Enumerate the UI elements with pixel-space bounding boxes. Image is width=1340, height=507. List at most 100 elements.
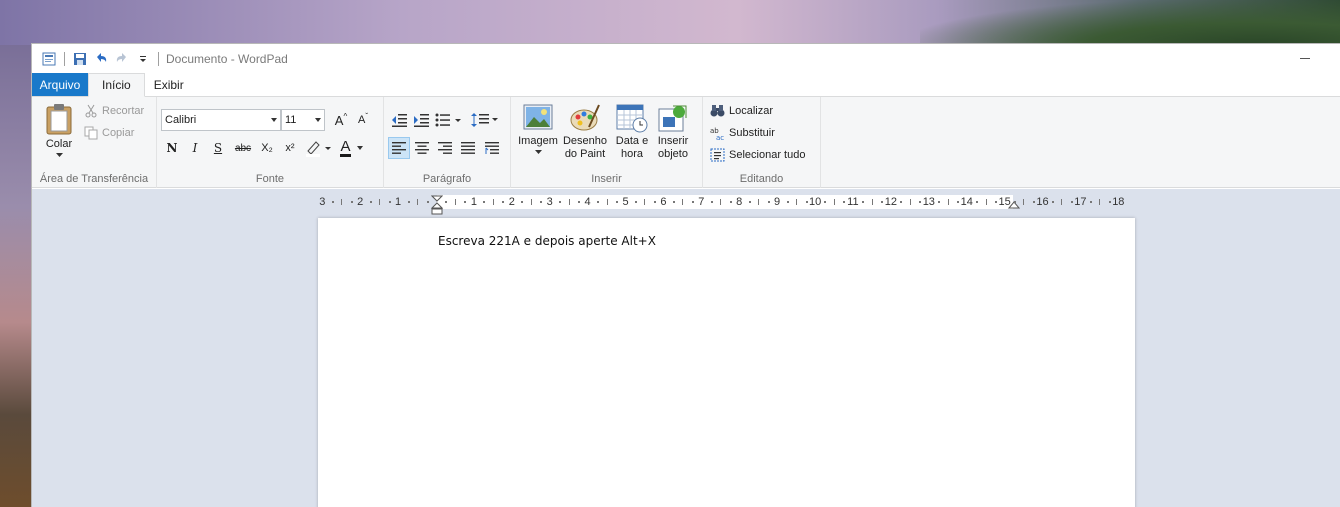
ruler-label: 6 [660, 196, 667, 208]
select-all-button[interactable]: Selecionar tudo [710, 145, 805, 165]
clipboard-icon [46, 104, 72, 135]
tab-file[interactable]: Arquivo [32, 73, 88, 96]
copy-button[interactable]: Copiar [84, 123, 134, 143]
paint-label-line2: do Paint [564, 148, 606, 160]
insert-group: Imagem Desenho do Paint Data e hora Inse… [511, 97, 703, 188]
insert-object-label-line1: Inserir [657, 135, 689, 147]
find-label: Localizar [729, 105, 774, 117]
ruler-dot [540, 201, 543, 203]
minimize-button[interactable] [1290, 50, 1320, 66]
object-icon [658, 105, 687, 132]
ribbon: Colar Recortar Copiar Área de Transferên… [32, 97, 1340, 188]
customize-qat-icon[interactable] [134, 50, 152, 68]
bold-button[interactable]: N [161, 137, 183, 159]
grow-font-button[interactable]: A ^ [330, 109, 352, 131]
ruler-dot [957, 201, 960, 203]
chevron-down-icon [315, 118, 321, 122]
align-right-icon[interactable] [434, 137, 456, 159]
ruler-tick [682, 199, 684, 205]
document-text[interactable]: Escreva 221A e depois aperte Alt+X [438, 234, 656, 248]
decrease-indent-icon[interactable] [388, 109, 410, 131]
subscript-button[interactable]: X₂ [256, 137, 278, 159]
undo-icon[interactable] [92, 50, 110, 68]
ruler-label: 8 [736, 196, 743, 208]
strikethrough-button[interactable]: abc [231, 137, 255, 159]
ruler-tick [492, 199, 494, 205]
redo-icon[interactable] [113, 50, 131, 68]
document-area[interactable]: 3 2 1 1 2 3 4 5 6 7 8 9 10 11 12 13 14 15 16 17 18 Escreva 2… [32, 189, 1340, 507]
ruler-dot [464, 201, 467, 203]
ruler-tick [758, 199, 760, 205]
clipboard-group: Colar Recortar Copiar Área de Transferên… [32, 97, 157, 188]
caret-up-icon: ^ [343, 111, 348, 121]
replace-button[interactable]: ab ac Substituir [710, 123, 775, 143]
ruler-label: 9 [774, 196, 781, 208]
paragraph-group-label: Parágrafo [422, 173, 472, 185]
ruler-dot [1051, 201, 1054, 203]
chevron-down-icon [356, 145, 363, 150]
ruler-label: 5 [622, 196, 629, 208]
ruler-tick [796, 199, 798, 205]
line-spacing-icon[interactable] [470, 109, 500, 131]
font-group-label: Fonte [255, 173, 285, 185]
paint-label-line1: Desenho [562, 135, 608, 147]
superscript-button[interactable]: x² [279, 137, 301, 159]
cut-button[interactable]: Recortar [84, 101, 144, 121]
ruler-label: 17 [1074, 196, 1087, 208]
ruler-dot [710, 201, 713, 203]
shrink-font-button[interactable]: Aˇ [352, 109, 374, 131]
cut-label: Recortar [102, 105, 145, 117]
align-left-icon[interactable] [388, 137, 410, 159]
ruler[interactable]: 3 2 1 1 2 3 4 5 6 7 8 9 10 11 12 13 14 15 16 17 18 [318, 194, 1134, 215]
paragraph-settings-icon[interactable] [481, 137, 503, 159]
qat-separator [158, 51, 159, 66]
highlighter-icon [306, 141, 331, 157]
select-all-label: Selecionar tudo [729, 149, 806, 161]
ruler-dot [900, 201, 903, 203]
ruler-dot [369, 201, 372, 203]
grow-font-label: A [334, 112, 344, 128]
underline-button[interactable]: S [207, 137, 229, 159]
ruler-dot [407, 201, 410, 203]
document-page[interactable]: Escreva 221A e depois aperte Alt+X [318, 218, 1135, 507]
font-size-select[interactable]: 11 [281, 109, 325, 131]
date-time-label-line2: hora [620, 148, 644, 160]
wallpaper-hill [920, 0, 1340, 45]
quick-access-toolbar [32, 50, 162, 68]
bullet-list-icon[interactable] [434, 109, 464, 131]
highlight-color-button[interactable] [303, 137, 333, 159]
ruler-tick [454, 199, 456, 205]
font-family-value: Calibri [165, 114, 197, 126]
first-line-indent-marker-icon[interactable] [431, 195, 443, 217]
ruler-dot [388, 201, 391, 203]
paint-drawing-button[interactable]: Desenho do Paint [561, 103, 609, 161]
wallpaper-left-strip [0, 45, 31, 507]
ruler-dot [672, 201, 675, 203]
ruler-dot [805, 201, 808, 203]
insert-object-button[interactable]: Inserir objeto [653, 103, 693, 161]
tab-view[interactable]: Exibir [145, 73, 193, 96]
date-time-button[interactable]: Data e hora [613, 103, 651, 161]
ruler-dot [767, 201, 770, 203]
font-family-select[interactable]: Calibri [161, 109, 281, 131]
date-time-label-line1: Data e [615, 135, 649, 147]
find-button[interactable]: Localizar [710, 101, 773, 121]
ruler-dot [1070, 201, 1073, 203]
increase-indent-icon[interactable] [410, 109, 432, 131]
font-color-button[interactable]: A [337, 137, 367, 159]
ruler-tick [909, 199, 911, 205]
italic-button[interactable]: I [184, 137, 206, 159]
insert-image-button[interactable]: Imagem [517, 103, 559, 155]
ruler-label: 16 [1036, 196, 1049, 208]
paste-button[interactable]: Colar [42, 103, 76, 158]
ruler-dot [995, 201, 998, 203]
ruler-dot [653, 201, 656, 203]
ruler-dot [691, 201, 694, 203]
wordpad-app-icon[interactable] [40, 50, 58, 68]
align-center-icon[interactable] [411, 137, 433, 159]
justify-icon[interactable] [457, 137, 479, 159]
insert-image-label: Imagem [518, 135, 558, 147]
select-all-icon [710, 148, 725, 162]
save-icon[interactable] [71, 50, 89, 68]
tab-home[interactable]: Início [88, 73, 145, 97]
